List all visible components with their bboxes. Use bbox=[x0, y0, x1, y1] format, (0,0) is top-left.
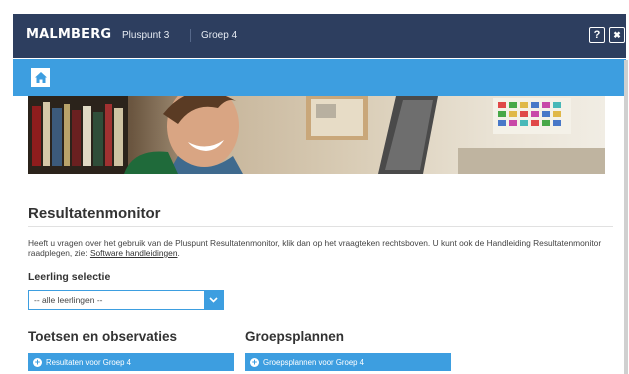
intro-end: . bbox=[177, 248, 180, 258]
home-button[interactable] bbox=[31, 68, 50, 87]
help-button[interactable]: ? bbox=[589, 27, 605, 43]
breadcrumb-groep[interactable]: Groep 4 bbox=[201, 30, 237, 41]
section-title-toetsen: Toetsen en observaties bbox=[28, 329, 178, 344]
page-title: Resultatenmonitor bbox=[28, 205, 161, 222]
breadcrumb-pluspunt[interactable]: Pluspunt 3 bbox=[122, 30, 169, 41]
software-handleidingen-link[interactable]: Software handleidingen bbox=[90, 248, 178, 258]
close-button[interactable]: ✖ bbox=[609, 27, 625, 43]
plus-circle-icon: + bbox=[250, 356, 259, 367]
hero-image bbox=[28, 96, 605, 174]
selection-label: Leerling selectie bbox=[28, 271, 111, 283]
scrollbar-edge bbox=[624, 60, 628, 374]
intro-text: Heeft u vragen over het gebruik van de P… bbox=[28, 238, 618, 258]
home-icon bbox=[34, 72, 47, 83]
groepsplannen-button[interactable]: + Groepsplannen voor Groep 4 bbox=[245, 353, 451, 371]
plus-circle-icon: + bbox=[33, 356, 42, 367]
results-button-label: Resultaten voor Groep 4 bbox=[46, 357, 131, 367]
help-icon: ? bbox=[593, 29, 601, 41]
malmberg-logo[interactable]: MALMBERG bbox=[26, 27, 111, 42]
close-icon: ✖ bbox=[613, 29, 621, 40]
results-button[interactable]: + Resultaten voor Groep 4 bbox=[28, 353, 234, 371]
select-value: -- alle leerlingen -- bbox=[34, 295, 103, 305]
section-title-groepsplannen: Groepsplannen bbox=[245, 329, 345, 344]
navigation-bar bbox=[13, 59, 626, 96]
student-select[interactable]: -- alle leerlingen -- bbox=[28, 290, 224, 310]
page: MALMBERG Pluspunt 3 Groep 4 ? ✖ Resultat… bbox=[0, 0, 629, 374]
chevron-down-icon[interactable] bbox=[204, 291, 223, 309]
breadcrumb-separator bbox=[190, 29, 191, 42]
title-divider bbox=[28, 226, 613, 227]
groepsplannen-button-label: Groepsplannen voor Groep 4 bbox=[263, 357, 364, 367]
top-header: MALMBERG Pluspunt 3 Groep 4 ? ✖ bbox=[13, 14, 626, 58]
